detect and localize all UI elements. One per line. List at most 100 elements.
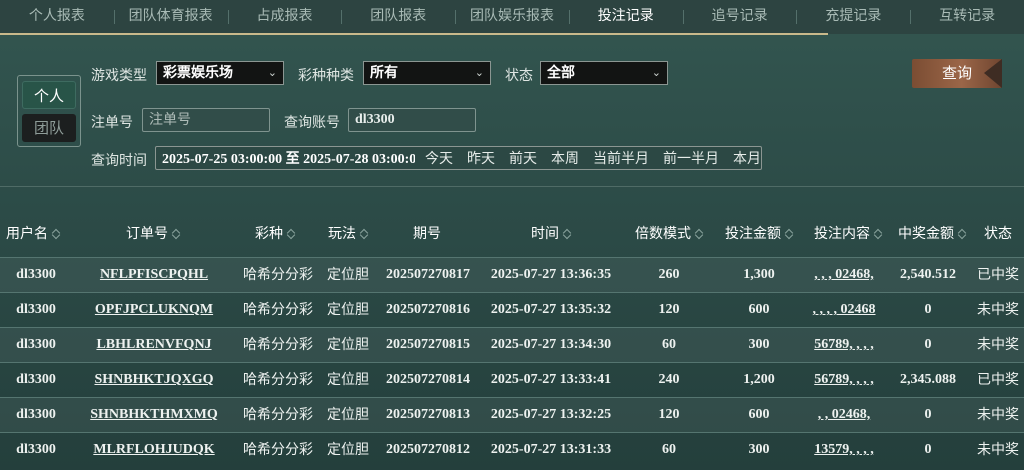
cell-order-number[interactable]: SHNBHKTHMXMQ xyxy=(82,398,226,432)
column-header-username[interactable]: 用户名 xyxy=(0,214,66,254)
sort-icon[interactable] xyxy=(958,229,966,239)
tab-bet-records[interactable]: 投注记录 xyxy=(568,0,683,34)
cell-play-type: 定位胆 xyxy=(327,267,369,283)
column-header-prize[interactable]: 中奖金额 xyxy=(888,214,976,254)
lottery-type-select[interactable]: 所有 ⌄ xyxy=(363,61,491,85)
quick-this-week[interactable]: 本周 xyxy=(551,148,579,168)
cell-time: 2025-07-27 13:35:32 xyxy=(490,302,612,317)
table-row: dl3300 SHNBHKTHMXMQ 哈希分分彩 定位胆 2025072708… xyxy=(0,397,1024,432)
cell-issue: 202507270816 xyxy=(386,302,470,317)
cell-prize: 0 xyxy=(924,442,932,457)
tab-deposit-withdraw-records[interactable]: 充提记录 xyxy=(796,0,910,34)
tab-chase-records[interactable]: 追号记录 xyxy=(682,0,797,34)
cell-issue: 202507270814 xyxy=(386,372,470,387)
cell-bet-amount: 300 xyxy=(748,337,770,352)
team-button[interactable]: 团队 xyxy=(22,114,76,142)
cell-issue: 202507270815 xyxy=(386,337,470,352)
time-range-input[interactable]: 2025-07-25 03:00:00 至 2025-07-28 03:00:0… xyxy=(156,148,415,168)
cell-time: 2025-07-27 13:31:33 xyxy=(490,442,612,457)
cell-bet-content[interactable]: 56789, , , , xyxy=(804,328,884,362)
sort-icon[interactable] xyxy=(695,229,703,239)
tab-share-report[interactable]: 占成报表 xyxy=(227,0,342,34)
cell-bet-amount: 600 xyxy=(748,407,770,422)
cell-bet-content[interactable]: 13579, , , , xyxy=(804,433,884,467)
lottery-type-label: 彩种种类 xyxy=(298,68,354,84)
chevron-down-icon: ⌄ xyxy=(474,66,484,79)
cell-time: 2025-07-27 13:32:25 xyxy=(490,407,612,422)
cell-bet-content[interactable]: , , , 02468, xyxy=(804,258,884,292)
cell-prize: 2,345.088 xyxy=(900,372,956,387)
tab-team-entertainment-report[interactable]: 团队娱乐报表 xyxy=(455,0,569,34)
tab-team-sports-report[interactable]: 团队体育报表 xyxy=(113,0,228,34)
quick-today[interactable]: 今天 xyxy=(425,148,453,168)
sort-icon[interactable] xyxy=(52,229,60,239)
game-type-select[interactable]: 彩票娱乐场 ⌄ xyxy=(156,61,284,85)
sort-icon[interactable] xyxy=(172,229,180,239)
cell-issue: 202507270817 xyxy=(386,267,470,282)
game-type-label: 游戏类型 xyxy=(91,68,147,84)
column-header-lottery[interactable]: 彩种 xyxy=(240,214,310,254)
status-value: 全部 xyxy=(547,65,575,81)
table-row: dl3300 OPFJPCLUKNQM 哈希分分彩 定位胆 2025072708… xyxy=(0,292,1024,327)
status-label: 状态 xyxy=(505,68,533,84)
personal-button[interactable]: 个人 xyxy=(22,81,76,109)
query-button[interactable]: 查询 xyxy=(912,59,1002,88)
tab-transfer-records[interactable]: 互转记录 xyxy=(910,0,1024,34)
quick-this-month[interactable]: 本月 xyxy=(733,148,761,168)
tab-team-report[interactable]: 团队报表 xyxy=(341,0,455,34)
game-type-value: 彩票娱乐场 xyxy=(163,65,233,81)
quick-day-before[interactable]: 前天 xyxy=(509,148,537,168)
sort-icon[interactable] xyxy=(874,229,882,239)
column-header-bet-content[interactable]: 投注内容 xyxy=(808,214,888,254)
cell-play-type: 定位胆 xyxy=(327,372,369,388)
cell-status: 未中奖 xyxy=(977,302,1019,318)
cell-bet-content[interactable]: , , 02468, xyxy=(804,398,884,432)
query-button-label: 查询 xyxy=(941,64,972,82)
cell-issue: 202507270813 xyxy=(386,407,470,422)
cell-order-number[interactable]: LBHLRENVFQNJ xyxy=(82,328,226,362)
status-select[interactable]: 全部 ⌄ xyxy=(540,61,668,85)
cell-bet-content[interactable]: , , , , 02468 xyxy=(804,293,884,327)
sort-icon[interactable] xyxy=(563,229,571,239)
column-header-time[interactable]: 时间 xyxy=(486,214,616,254)
lottery-type-value: 所有 xyxy=(370,65,398,81)
account-label: 查询账号 xyxy=(284,115,340,131)
column-header-order-number[interactable]: 订单号 xyxy=(88,214,218,254)
cell-multiplier: 120 xyxy=(658,302,680,317)
cell-username: dl3300 xyxy=(16,267,56,282)
cell-bet-amount: 1,200 xyxy=(743,372,775,387)
cell-order-number[interactable]: OPFJPCLUKNQM xyxy=(82,293,226,327)
cell-username: dl3300 xyxy=(16,337,56,352)
cell-play-type: 定位胆 xyxy=(327,302,369,318)
cell-order-number[interactable]: MLRFLOHJUDQK xyxy=(82,433,226,467)
quick-previous-half-month[interactable]: 前一半月 xyxy=(663,148,719,168)
cell-bet-amount: 1,300 xyxy=(743,267,775,282)
sort-icon[interactable] xyxy=(360,229,368,239)
cell-multiplier: 260 xyxy=(658,267,680,282)
column-header-play-type[interactable]: 玩法 xyxy=(318,214,378,254)
scope-toggle: 个人 团队 xyxy=(17,75,81,147)
section-divider xyxy=(0,186,1024,187)
cell-lottery: 哈希分分彩 xyxy=(243,337,313,353)
sort-icon[interactable] xyxy=(785,229,793,239)
query-time-label: 查询时间 xyxy=(91,153,147,169)
column-header-bet-amount[interactable]: 投注金额 xyxy=(716,214,802,254)
cell-prize: 0 xyxy=(924,337,932,352)
account-input[interactable]: dl3300 xyxy=(348,108,476,132)
cell-time: 2025-07-27 13:33:41 xyxy=(490,372,612,387)
cell-order-number[interactable]: NFLPFISCPQHL xyxy=(82,258,226,292)
cell-bet-content[interactable]: 56789, , , , xyxy=(804,363,884,397)
order-number-input[interactable]: 注单号 xyxy=(142,108,270,132)
cell-order-number[interactable]: SHNBHKTJQXGQ xyxy=(82,363,226,397)
column-header-multiplier[interactable]: 倍数模式 xyxy=(628,214,710,254)
quick-yesterday[interactable]: 昨天 xyxy=(467,148,495,168)
time-range-field: 2025-07-25 03:00:00 至 2025-07-28 03:00:0… xyxy=(155,146,762,170)
tab-personal-report[interactable]: 个人报表 xyxy=(0,0,114,34)
quick-current-half-month[interactable]: 当前半月 xyxy=(593,148,649,168)
sort-icon[interactable] xyxy=(287,229,295,239)
cell-multiplier: 120 xyxy=(658,407,680,422)
cell-lottery: 哈希分分彩 xyxy=(243,302,313,318)
cell-username: dl3300 xyxy=(16,372,56,387)
cell-play-type: 定位胆 xyxy=(327,442,369,458)
table-row: dl3300 SHNBHKTJQXGQ 哈希分分彩 定位胆 2025072708… xyxy=(0,362,1024,397)
